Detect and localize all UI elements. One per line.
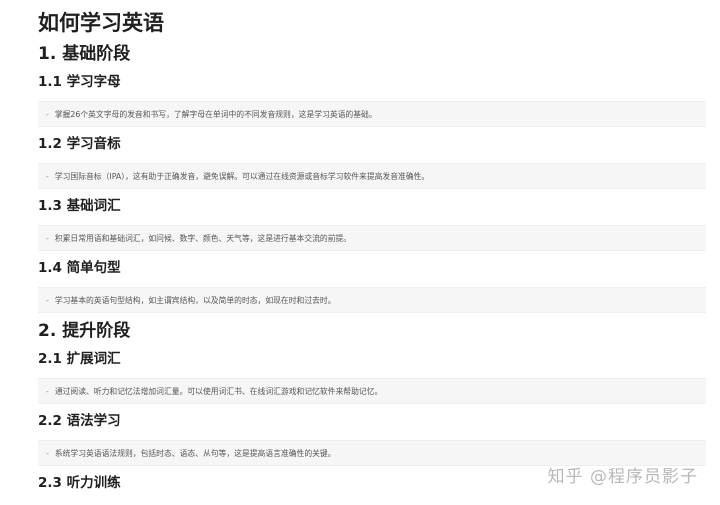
article: 如何学习英语 1. 基础阶段 1.1 学习字母 - 掌握26个英文字母的发音和书… <box>0 0 720 505</box>
bullet-dash: - <box>46 109 49 119</box>
section-heading-basic: 1. 基础阶段 <box>38 44 131 64</box>
subsection-basic-vocabulary: 1.3 基础词汇 - 积累日常用语和基础词汇，如问候、数字、颜色、天气等，这是进… <box>38 191 706 253</box>
list-item-text: 系统学习英语语法规则，包括时态、语态、从句等，这是提高语言准确性的关键。 <box>54 448 336 458</box>
subsection-heading: 2.1 扩展词汇 <box>38 351 121 367</box>
list-item: - 掌握26个英文字母的发音和书写，了解字母在单词中的不同发音规则，这是学习英语… <box>38 101 706 127</box>
subsection-heading: 1.4 简单句型 <box>38 260 121 276</box>
subsection-heading: 1.3 基础词汇 <box>38 198 121 214</box>
bullet-dash: - <box>46 233 49 243</box>
bullet-dash: - <box>46 448 49 458</box>
page-title: 如何学习英语 <box>38 11 164 35</box>
subsection-heading: 1.1 学习字母 <box>38 74 121 90</box>
bullet-dash: - <box>46 386 49 396</box>
subsection-expand-vocabulary: 2.1 扩展词汇 - 通过阅读、听力和记忆法增加词汇量。可以使用词汇书、在线词汇… <box>38 344 706 406</box>
subsection-letters: 1.1 学习字母 - 掌握26个英文字母的发音和书写，了解字母在单词中的不同发音… <box>38 67 706 129</box>
bullet-dash: - <box>46 295 49 305</box>
watermark: 知乎 @程序员影子 <box>547 467 698 487</box>
list-item-text: 通过阅读、听力和记忆法增加词汇量。可以使用词汇书、在线词汇游戏和记忆软件来帮助记… <box>54 386 383 396</box>
list-item: - 学习国际音标（IPA），这有助于正确发音，避免误解。可以通过在线资源或音标学… <box>38 163 706 189</box>
list-item-text: 积累日常用语和基础词汇，如问候、数字、颜色、天气等，这是进行基本交流的前提。 <box>54 233 352 243</box>
subsection-grammar: 2.2 语法学习 - 系统学习英语语法规则，包括时态、语态、从句等，这是提高语言… <box>38 406 706 468</box>
list-item-text: 学习国际音标（IPA），这有助于正确发音，避免误解。可以通过在线资源或音标学习软… <box>54 171 430 181</box>
list-item-text: 学习基本的英语句型结构，如主谓宾结构，以及简单的时态，如现在时和过去时。 <box>54 295 336 305</box>
list-item: - 积累日常用语和基础词汇，如问候、数字、颜色、天气等，这是进行基本交流的前提。 <box>38 225 706 251</box>
list-item: - 学习基本的英语句型结构，如主谓宾结构，以及简单的时态，如现在时和过去时。 <box>38 287 706 313</box>
subsection-heading: 2.2 语法学习 <box>38 413 121 429</box>
section-heading-advanced: 2. 提升阶段 <box>38 321 131 341</box>
list-item: - 通过阅读、听力和记忆法增加词汇量。可以使用词汇书、在线词汇游戏和记忆软件来帮… <box>38 378 706 404</box>
bullet-dash: - <box>46 171 49 181</box>
list-item-text: 掌握26个英文字母的发音和书写，了解字母在单词中的不同发音规则，这是学习英语的基… <box>54 109 377 119</box>
subsection-heading: 1.2 学习音标 <box>38 136 121 152</box>
subsection-phonetics: 1.2 学习音标 - 学习国际音标（IPA），这有助于正确发音，避免误解。可以通… <box>38 129 706 191</box>
subsection-simple-sentences: 1.4 简单句型 - 学习基本的英语句型结构，如主谓宾结构，以及简单的时态，如现… <box>38 253 706 315</box>
